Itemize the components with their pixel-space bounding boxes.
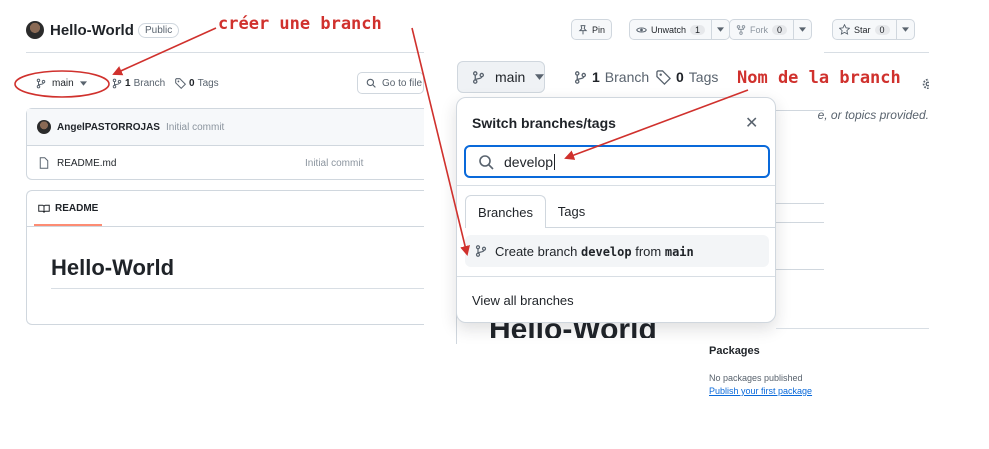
header-divider xyxy=(26,52,424,53)
small-branches-label: Branch xyxy=(133,78,166,89)
file-name[interactable]: README.md xyxy=(57,158,116,169)
tag-icon xyxy=(656,69,671,85)
branches-link[interactable]: 1 Branch xyxy=(574,69,649,85)
fork-icon xyxy=(736,24,746,35)
readme-tab-divider xyxy=(27,226,424,227)
tags-count: 0 xyxy=(676,69,684,85)
star-button[interactable]: Star 0 xyxy=(832,19,915,40)
commit-author-avatar[interactable] xyxy=(37,120,51,134)
annotation-branch-name: Nom de la branch xyxy=(737,68,901,88)
branch-search-value: develop xyxy=(504,153,554,170)
star-menu-caret[interactable] xyxy=(895,20,914,39)
small-branch-selector[interactable]: main xyxy=(36,78,87,89)
fork-button[interactable]: Fork 0 xyxy=(729,19,813,40)
star-label: Star xyxy=(854,24,871,35)
commit-author[interactable]: AngelPASTORROJAS xyxy=(57,122,160,133)
visibility-badge: Public xyxy=(138,23,180,38)
branch-selector-button[interactable]: main xyxy=(457,61,545,93)
go-to-file-placeholder: Go to file xyxy=(382,77,423,89)
fork-label: Fork xyxy=(750,24,768,35)
small-branches-link[interactable]: 1 Branch xyxy=(112,78,165,89)
unwatch-menu-caret[interactable] xyxy=(711,20,729,39)
unwatch-count: 1 xyxy=(690,24,706,35)
tabs-bottom-line xyxy=(546,227,775,228)
switch-branches-dropdown: Switch branches/tags ✕ develop Branches … xyxy=(456,97,776,323)
tab-branches[interactable]: Branches xyxy=(465,195,546,228)
sidebar-divider xyxy=(776,328,929,329)
dropdown-footer-divider xyxy=(457,276,775,277)
go-to-file-input[interactable]: Go to file xyxy=(357,72,424,94)
search-icon xyxy=(478,154,494,170)
branch-selector-label: main xyxy=(495,69,526,85)
owner-avatar[interactable] xyxy=(26,21,44,39)
create-branch-from: from xyxy=(635,243,662,259)
readme-tab-label: README xyxy=(55,203,99,214)
text-cursor xyxy=(554,153,556,170)
tag-icon xyxy=(175,78,186,89)
branch-search-input[interactable]: develop xyxy=(464,145,770,178)
packages-heading[interactable]: Packages xyxy=(709,345,760,357)
behind-row-line xyxy=(776,203,824,204)
tab-tags[interactable]: Tags xyxy=(549,195,594,228)
fork-menu-caret[interactable] xyxy=(793,20,811,39)
book-icon xyxy=(38,204,50,214)
about-description: e, or topics provided. xyxy=(817,108,929,122)
settings-gear-fragment xyxy=(921,77,929,89)
search-icon xyxy=(366,78,376,88)
small-tags-label: Tags xyxy=(197,78,219,89)
pin-button[interactable]: Pin xyxy=(571,19,613,40)
packages-empty-text: No packages published xyxy=(709,373,803,383)
file-list-box: AngelPASTORROJAS Initial commit README.m… xyxy=(26,108,424,180)
pin-label: Pin xyxy=(592,24,606,35)
file-commit-message[interactable]: Initial commit xyxy=(305,158,363,169)
create-branch-prefix: Create branch xyxy=(495,243,578,259)
readme-box: README Hello-World xyxy=(26,190,425,325)
close-icon[interactable]: ✕ xyxy=(745,113,758,133)
create-branch-option[interactable]: Create branch develop from main xyxy=(465,235,769,267)
publish-package-link[interactable]: Publish your first package xyxy=(709,386,812,396)
small-branch-name: main xyxy=(52,78,74,89)
tags-link[interactable]: 0 Tags xyxy=(656,69,718,85)
star-icon xyxy=(839,24,850,35)
create-branch-name: develop xyxy=(581,244,632,259)
repo-title[interactable]: Hello-World xyxy=(50,22,134,39)
unwatch-button[interactable]: Unwatch 1 xyxy=(629,19,731,40)
file-icon xyxy=(39,157,49,169)
behind-row-line xyxy=(776,269,824,270)
branches-label: Branch xyxy=(604,69,650,85)
behind-row-line xyxy=(776,222,824,223)
branch-icon xyxy=(112,78,122,89)
create-branch-source: main xyxy=(664,244,694,259)
dropdown-tabs-divider xyxy=(457,185,775,186)
chevron-down-icon xyxy=(79,81,87,86)
star-count: 0 xyxy=(874,24,890,35)
annotation-create-branch: créer une branch xyxy=(218,14,382,34)
branch-icon xyxy=(472,70,485,85)
branch-icon xyxy=(36,78,46,89)
readme-heading: Hello-World xyxy=(51,255,175,280)
eye-icon xyxy=(636,25,647,35)
pin-icon xyxy=(578,24,588,35)
branch-icon xyxy=(574,70,587,85)
readme-tab[interactable]: README xyxy=(38,203,98,214)
view-all-branches-link[interactable]: View all branches xyxy=(472,293,574,308)
small-tags-link[interactable]: 0 Tags xyxy=(175,78,219,89)
commit-message[interactable]: Initial commit xyxy=(166,122,224,133)
small-branches-count: 1 xyxy=(125,78,131,89)
branch-icon xyxy=(475,244,487,258)
tags-label: Tags xyxy=(688,69,719,85)
branches-count: 1 xyxy=(592,69,600,85)
dropdown-title: Switch branches/tags xyxy=(472,115,616,131)
small-tags-count: 0 xyxy=(189,78,195,89)
latest-commit-row: AngelPASTORROJAS Initial commit xyxy=(27,109,424,146)
chevron-down-icon xyxy=(535,74,545,80)
readme-heading-rule xyxy=(51,288,425,289)
file-row-readme[interactable]: README.md Initial commit xyxy=(27,146,424,180)
unwatch-label: Unwatch xyxy=(651,24,687,35)
fork-count: 0 xyxy=(772,24,788,35)
